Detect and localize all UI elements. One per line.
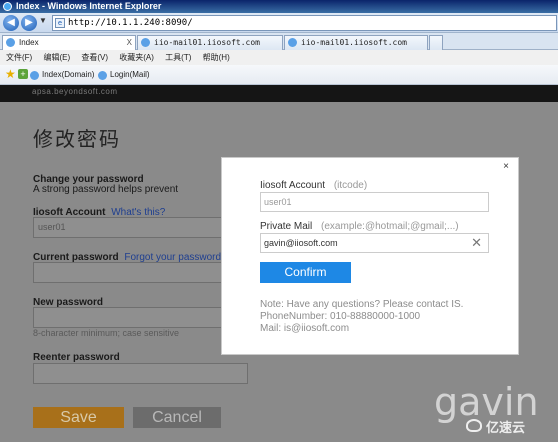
favorites-bar: ★ + Index(Domain) Login(Mail): [0, 65, 558, 85]
modal-account-value: user01: [264, 197, 292, 207]
page-content: apsa.beyondsoft.com 修改密码 Change your pas…: [0, 85, 558, 442]
menu-tools[interactable]: 工具(T): [165, 53, 191, 62]
modal-mail-label-row: Private Mail (example:@hotmail;@gmail;..…: [260, 221, 459, 232]
reenter-password-label: Reenter password: [33, 352, 120, 363]
modal-note-line-2: PhoneNumber: 010-88880000-1000: [260, 311, 421, 322]
history-dropdown-icon[interactable]: ▼: [39, 16, 47, 25]
favorite-label: Login(Mail): [110, 70, 150, 79]
tab-label: Index: [19, 38, 39, 47]
tab-mail-1[interactable]: iio-mail01.iiosoft.com: [137, 35, 283, 50]
window-titlebar: Index - Windows Internet Explorer: [0, 0, 558, 13]
modal-note-line-1: Note: Have any questions? Please contact…: [260, 299, 464, 310]
close-icon[interactable]: ×: [503, 161, 509, 172]
tab-bar: Index X iio-mail01.iiosoft.com iio-mail0…: [0, 33, 558, 50]
modal-mail-label: Private Mail: [260, 221, 313, 232]
modal-account-label: Iiosoft Account: [260, 180, 326, 191]
brand-text: apsa.beyondsoft.com: [32, 87, 118, 96]
tab-label: iio-mail01.iiosoft.com: [301, 38, 407, 47]
menu-bar: 文件(F) 编辑(E) 查看(V) 收藏夹(A) 工具(T) 帮助(H): [0, 50, 558, 65]
forward-button[interactable]: ▶: [21, 15, 37, 31]
confirm-button[interactable]: Confirm: [260, 262, 351, 283]
account-value: user01: [38, 222, 66, 232]
ie-logo-icon: [3, 2, 12, 11]
private-mail-value: gavin@iiosoft.com: [264, 238, 338, 248]
tab-label: iio-mail01.iiosoft.com: [154, 38, 260, 47]
page-icon: e: [55, 18, 65, 28]
private-mail-field[interactable]: gavin@iiosoft.com ✕: [260, 233, 489, 253]
save-button[interactable]: Save: [33, 407, 124, 428]
address-input[interactable]: e http://10.1.1.240:8090/: [52, 15, 557, 31]
menu-help[interactable]: 帮助(H): [203, 53, 230, 62]
modal-account-label-row: Iiosoft Account (itcode): [260, 180, 367, 191]
favorites-star-icon[interactable]: ★: [5, 68, 16, 81]
new-password-field[interactable]: [33, 307, 248, 328]
page-title: 修改密码: [33, 127, 121, 151]
menu-edit[interactable]: 编辑(E): [43, 53, 70, 62]
favorite-label: Index(Domain): [42, 70, 95, 79]
modal-account-hint: (itcode): [333, 180, 368, 191]
tab-mail-2[interactable]: iio-mail01.iiosoft.com: [284, 35, 428, 50]
yisu-watermark: 亿速云: [466, 417, 525, 436]
favorite-page-icon: [98, 71, 107, 80]
reenter-password-field[interactable]: [33, 363, 248, 384]
tab-page-icon: [6, 38, 15, 47]
favorite-page-icon: [30, 71, 39, 80]
favorite-index-domain[interactable]: Index(Domain): [30, 65, 94, 85]
tab-index[interactable]: Index X: [2, 35, 136, 50]
yisu-watermark-text: 亿速云: [486, 420, 526, 435]
account-field[interactable]: user01: [33, 217, 248, 238]
modal-mail-hint: (example:@hotmail;@gmail;...): [321, 221, 459, 232]
private-mail-dialog: × Iiosoft Account (itcode) user01 Privat…: [221, 157, 519, 355]
window-title: Index - Windows Internet Explorer: [16, 1, 162, 11]
tab-page-icon: [141, 38, 150, 47]
add-favorite-icon[interactable]: +: [18, 69, 28, 79]
address-url: http://10.1.1.240:8090/: [68, 18, 193, 28]
cloud-logo-icon: [466, 419, 482, 432]
cancel-button[interactable]: Cancel: [133, 407, 221, 428]
change-password-subtext: A strong password helps prevent: [33, 184, 179, 195]
address-bar-row: ◀ ▶ ▼ e http://10.1.1.240:8090/: [0, 13, 558, 33]
clear-input-icon[interactable]: ✕: [471, 235, 482, 251]
menu-view[interactable]: 查看(V): [81, 53, 108, 62]
page-header: apsa.beyondsoft.com: [0, 85, 558, 102]
tab-close-icon[interactable]: X: [127, 36, 132, 49]
tab-page-icon: [288, 38, 297, 47]
new-tab-button[interactable]: [429, 35, 443, 50]
modal-note-line-3: Mail: is@iiosoft.com: [260, 323, 350, 334]
favorite-login-mail[interactable]: Login(Mail): [98, 65, 150, 85]
back-button[interactable]: ◀: [3, 15, 19, 31]
current-password-field[interactable]: [33, 262, 248, 283]
new-password-hint: 8-character minimum; case sensitive: [33, 328, 180, 338]
menu-file[interactable]: 文件(F): [6, 53, 32, 62]
menu-favorites[interactable]: 收藏夹(A): [119, 53, 154, 62]
modal-account-field[interactable]: user01: [260, 192, 489, 212]
